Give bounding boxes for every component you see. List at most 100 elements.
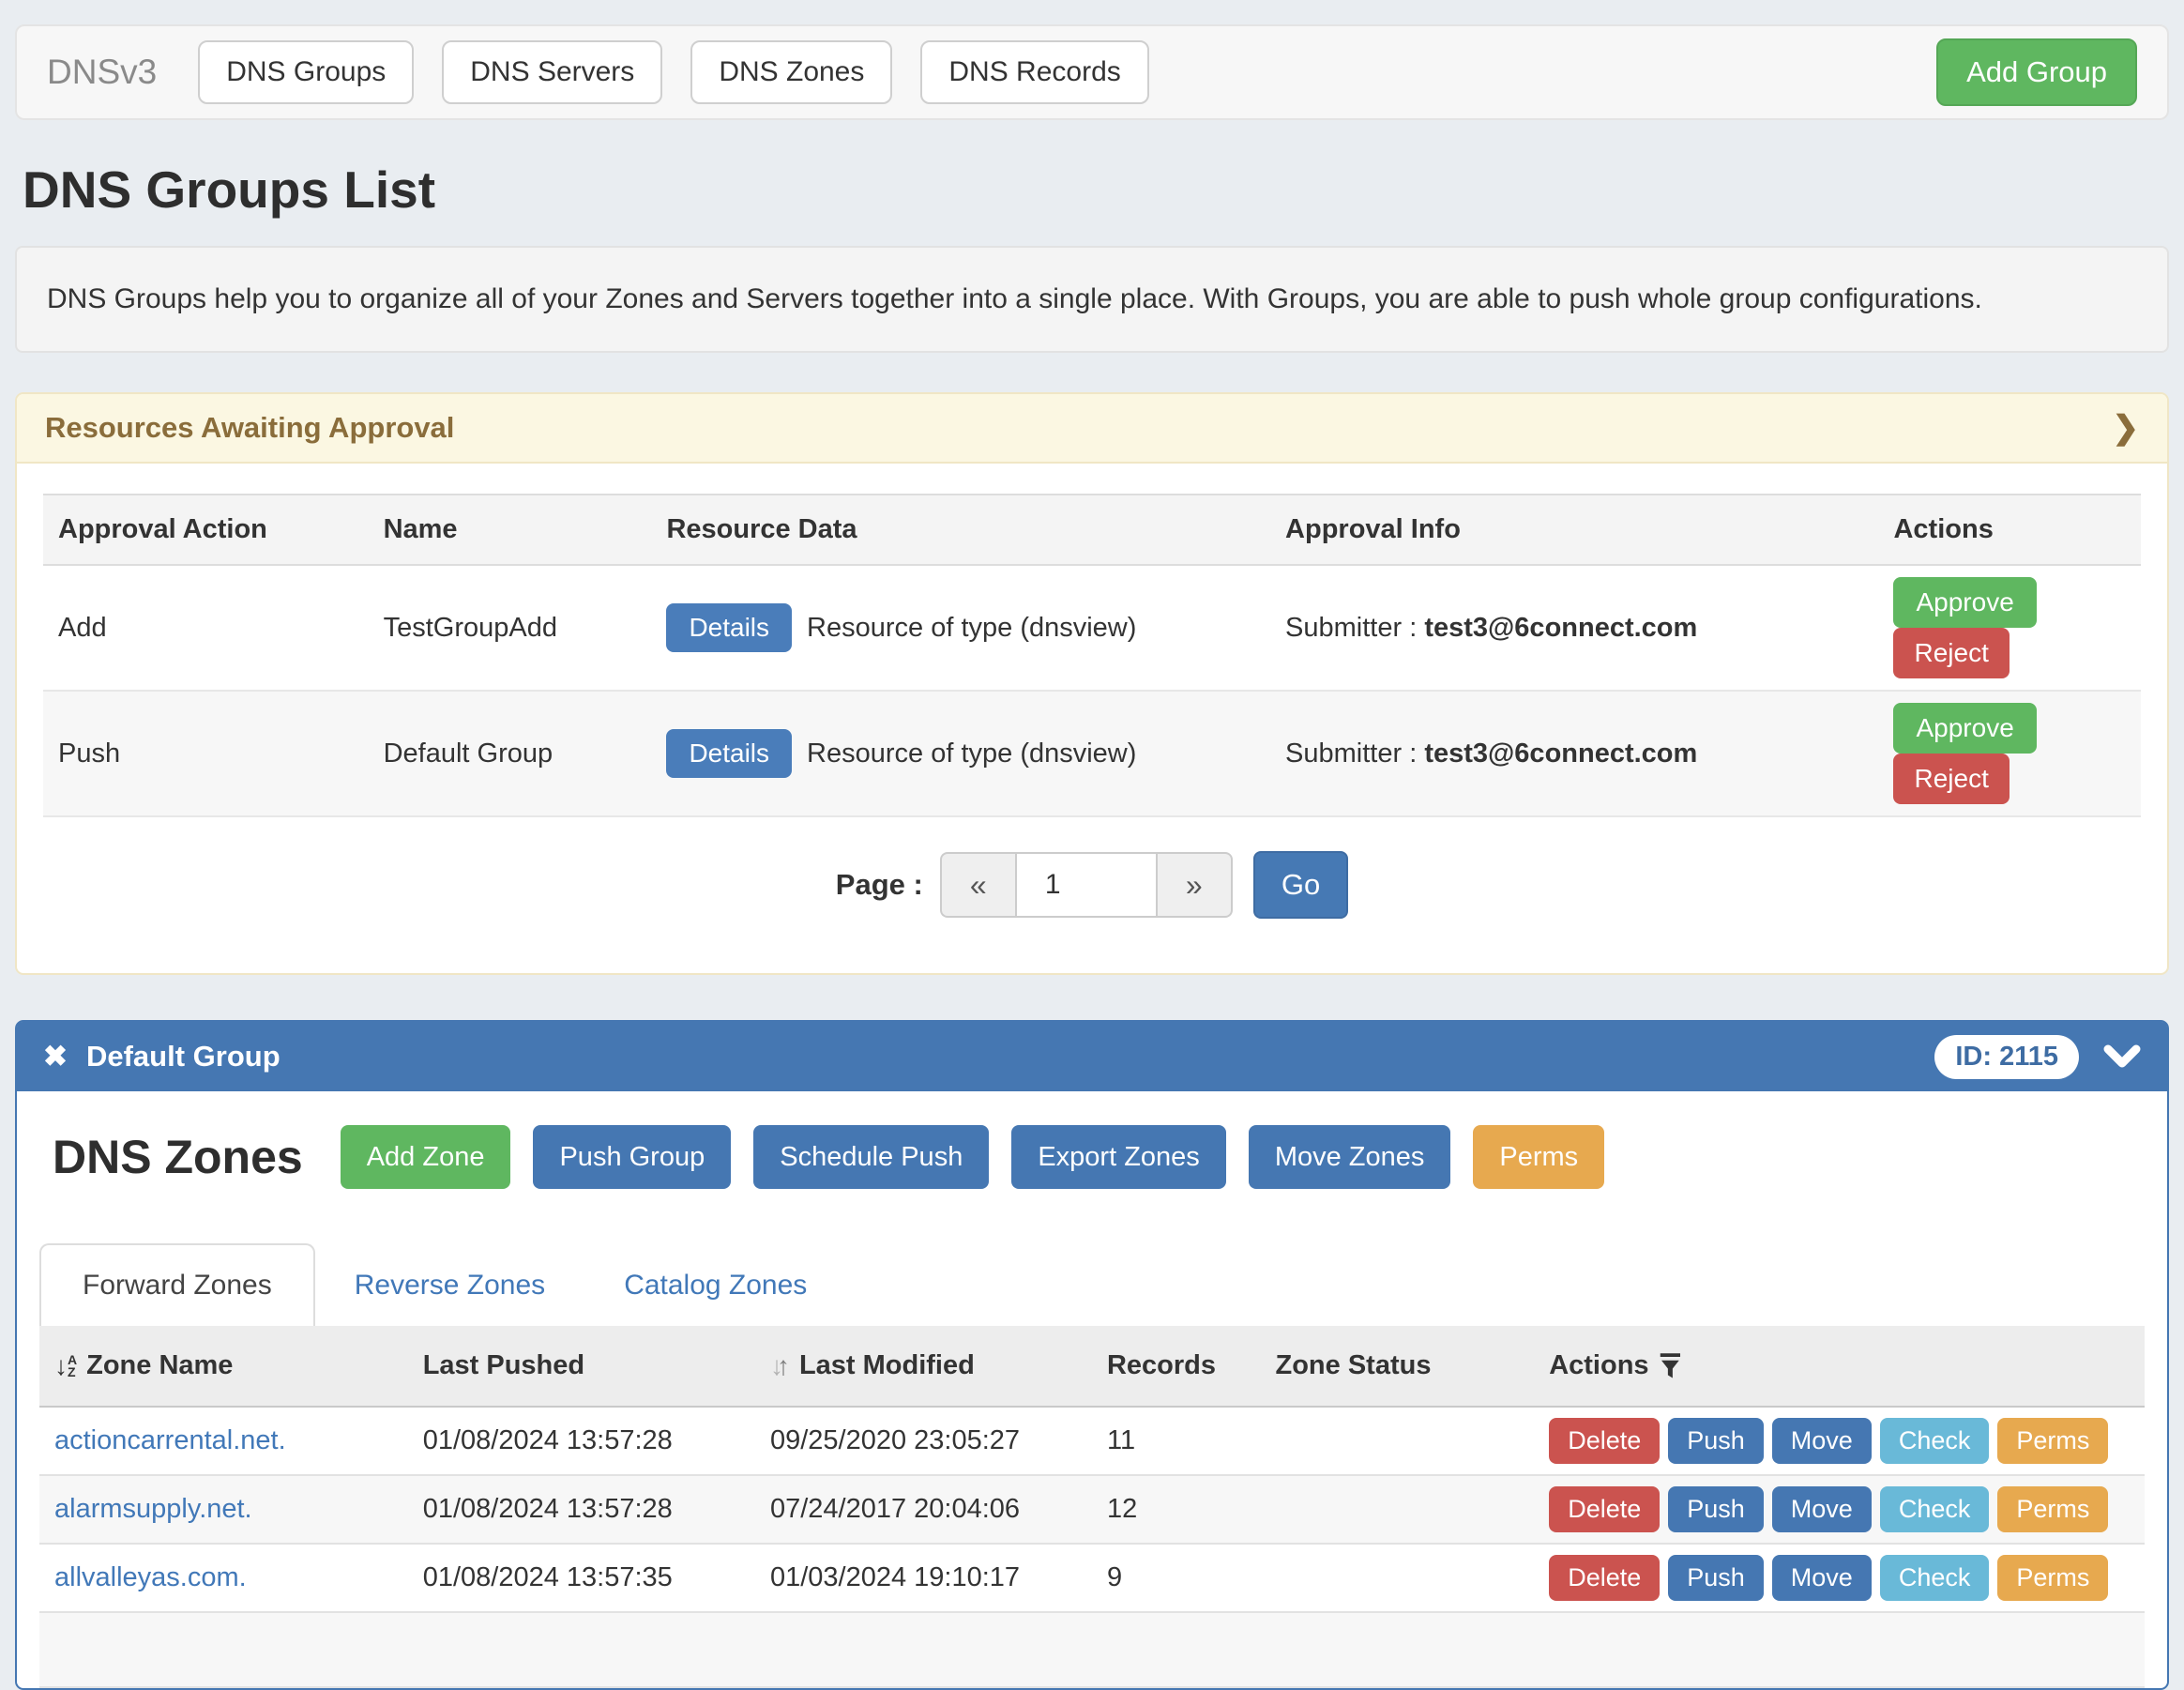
push-zone-button[interactable]: Push [1668, 1418, 1764, 1464]
last-modified-cell: 09/25/2020 23:05:27 [755, 1407, 1092, 1475]
approval-table-header-row: Approval Action Name Resource Data Appro… [43, 495, 2141, 565]
col-actions: Actions [1878, 495, 2141, 565]
col-zone-name[interactable]: ↓AZ Zone Name [39, 1326, 408, 1407]
records-cell: 11 [1092, 1407, 1261, 1475]
zone-status-cell [1260, 1544, 1534, 1612]
last-pushed-cell: 01/08/2024 13:57:35 [408, 1544, 755, 1612]
group-panel-heading: ✖ Default Group ID: 2115 [17, 1022, 2167, 1091]
move-zone-button[interactable]: Move [1772, 1486, 1872, 1532]
page-go-button[interactable]: Go [1253, 851, 1348, 919]
col-name: Name [369, 495, 652, 565]
approve-button[interactable]: Approve [1893, 577, 2036, 628]
nav-tab-dns-zones[interactable]: DNS Zones [690, 40, 892, 104]
col-zone-actions[interactable]: Actions [1534, 1326, 2145, 1407]
nav-tab-dns-groups[interactable]: DNS Groups [198, 40, 414, 104]
group-id-badge: ID: 2115 [1934, 1035, 2079, 1079]
zone-row: alarmsupply.net. 01/08/2024 13:57:28 07/… [39, 1475, 2145, 1544]
approval-panel-title: Resources Awaiting Approval [45, 411, 454, 445]
push-group-button[interactable]: Push Group [533, 1125, 731, 1189]
export-zones-button[interactable]: Export Zones [1011, 1125, 1225, 1189]
last-pushed-cell: 01/08/2024 13:57:28 [408, 1475, 755, 1544]
zone-name-link[interactable]: allvalleyas.com. [54, 1562, 247, 1592]
perms-zone-button[interactable]: Perms [1997, 1486, 2108, 1532]
nav-tab-dns-records[interactable]: DNS Records [920, 40, 1148, 104]
approval-name-cell: TestGroupAdd [369, 565, 652, 691]
zone-name-link[interactable]: alarmsupply.net. [54, 1494, 252, 1524]
zone-row: allvalleyas.com. 01/08/2024 13:57:35 01/… [39, 1544, 2145, 1612]
details-button[interactable]: Details [666, 603, 792, 652]
reject-button[interactable]: Reject [1893, 754, 2009, 804]
col-resource-data: Resource Data [651, 495, 1270, 565]
submitter-label: Submitter : [1285, 613, 1417, 643]
move-zones-button[interactable]: Move Zones [1249, 1125, 1451, 1189]
submitter-email: test3@6connect.com [1424, 613, 1697, 643]
zone-status-cell [1260, 1407, 1534, 1475]
add-group-button[interactable]: Add Group [1936, 38, 2137, 106]
zones-table-header-row: ↓AZ Zone Name Last Pushed ↓↑ Last Modifi… [39, 1326, 2145, 1407]
approve-button[interactable]: Approve [1893, 703, 2036, 754]
col-approval-info: Approval Info [1270, 495, 1878, 565]
close-icon[interactable]: ✖ [43, 1040, 68, 1073]
chevron-right-icon[interactable]: ❯ [2113, 409, 2140, 447]
records-cell: 12 [1092, 1475, 1261, 1544]
zone-status-cell [1260, 1475, 1534, 1544]
chevron-down-icon[interactable] [2103, 1044, 2141, 1070]
check-zone-button[interactable]: Check [1880, 1555, 1990, 1601]
sort-alpha-icon: ↓AZ [54, 1353, 77, 1379]
delete-zone-button[interactable]: Delete [1549, 1555, 1660, 1601]
nav-tab-dns-servers[interactable]: DNS Servers [442, 40, 662, 104]
submitter-label: Submitter : [1285, 738, 1417, 769]
reject-button[interactable]: Reject [1893, 628, 2009, 678]
page-next-button[interactable]: » [1158, 852, 1233, 918]
tab-forward-zones[interactable]: Forward Zones [39, 1243, 315, 1326]
move-zone-button[interactable]: Move [1772, 1555, 1872, 1601]
page: DNSv3 DNS Groups DNS Servers DNS Zones D… [0, 0, 2184, 1690]
delete-zone-button[interactable]: Delete [1549, 1418, 1660, 1464]
approval-row: Add TestGroupAdd Details Resource of typ… [43, 565, 2141, 691]
last-modified-cell: 07/24/2017 20:04:06 [755, 1475, 1092, 1544]
move-zone-button[interactable]: Move [1772, 1418, 1872, 1464]
approval-action-cell: Add [43, 565, 369, 691]
group-panel-title: Default Group [86, 1040, 281, 1073]
add-zone-button[interactable]: Add Zone [341, 1125, 511, 1189]
push-zone-button[interactable]: Push [1668, 1486, 1764, 1532]
zone-row: actioncarrental.net. 01/08/2024 13:57:28… [39, 1407, 2145, 1475]
tab-reverse-zones[interactable]: Reverse Zones [315, 1245, 584, 1326]
col-last-pushed: Last Pushed [408, 1326, 755, 1407]
last-modified-cell: 01/03/2024 19:10:17 [755, 1544, 1092, 1612]
zones-title: DNS Zones [53, 1130, 303, 1184]
group-panel-body: DNS Zones Add Zone Push Group Schedule P… [17, 1091, 2167, 1688]
col-last-modified[interactable]: ↓↑ Last Modified [755, 1326, 1092, 1407]
filter-icon [1659, 1352, 1683, 1380]
sort-icon: ↓↑ [770, 1353, 790, 1379]
approval-panel: Resources Awaiting Approval ❯ Approval A… [15, 392, 2169, 975]
details-button[interactable]: Details [666, 729, 792, 778]
page-description: DNS Groups help you to organize all of y… [15, 246, 2169, 353]
check-zone-button[interactable]: Check [1880, 1418, 1990, 1464]
group-panel: ✖ Default Group ID: 2115 DNS Zones Add Z… [15, 1020, 2169, 1690]
col-approval-action: Approval Action [43, 495, 369, 565]
app-brand: DNSv3 [47, 53, 157, 92]
page-prev-button[interactable]: « [940, 852, 1015, 918]
schedule-push-button[interactable]: Schedule Push [753, 1125, 989, 1189]
zones-header: DNS Zones Add Zone Push Group Schedule P… [53, 1125, 2145, 1189]
approval-table: Approval Action Name Resource Data Appro… [43, 494, 2141, 817]
zone-tabs: Forward Zones Reverse Zones Catalog Zone… [39, 1243, 2145, 1326]
approval-panel-body: Approval Action Name Resource Data Appro… [17, 464, 2167, 973]
approval-row: Push Default Group Details Resource of t… [43, 691, 2141, 816]
tab-catalog-zones[interactable]: Catalog Zones [584, 1245, 846, 1326]
perms-button[interactable]: Perms [1473, 1125, 1604, 1189]
approval-action-cell: Push [43, 691, 369, 816]
perms-zone-button[interactable]: Perms [1997, 1418, 2108, 1464]
perms-zone-button[interactable]: Perms [1997, 1555, 2108, 1601]
page-number-input[interactable] [1015, 852, 1158, 918]
approval-name-cell: Default Group [369, 691, 652, 816]
resource-data-text: Resource of type (dnsview) [807, 738, 1136, 769]
records-cell: 9 [1092, 1544, 1261, 1612]
zone-row-partial [39, 1612, 2145, 1687]
push-zone-button[interactable]: Push [1668, 1555, 1764, 1601]
check-zone-button[interactable]: Check [1880, 1486, 1990, 1532]
submitter-email: test3@6connect.com [1424, 738, 1697, 769]
zone-name-link[interactable]: actioncarrental.net. [54, 1425, 286, 1455]
delete-zone-button[interactable]: Delete [1549, 1486, 1660, 1532]
